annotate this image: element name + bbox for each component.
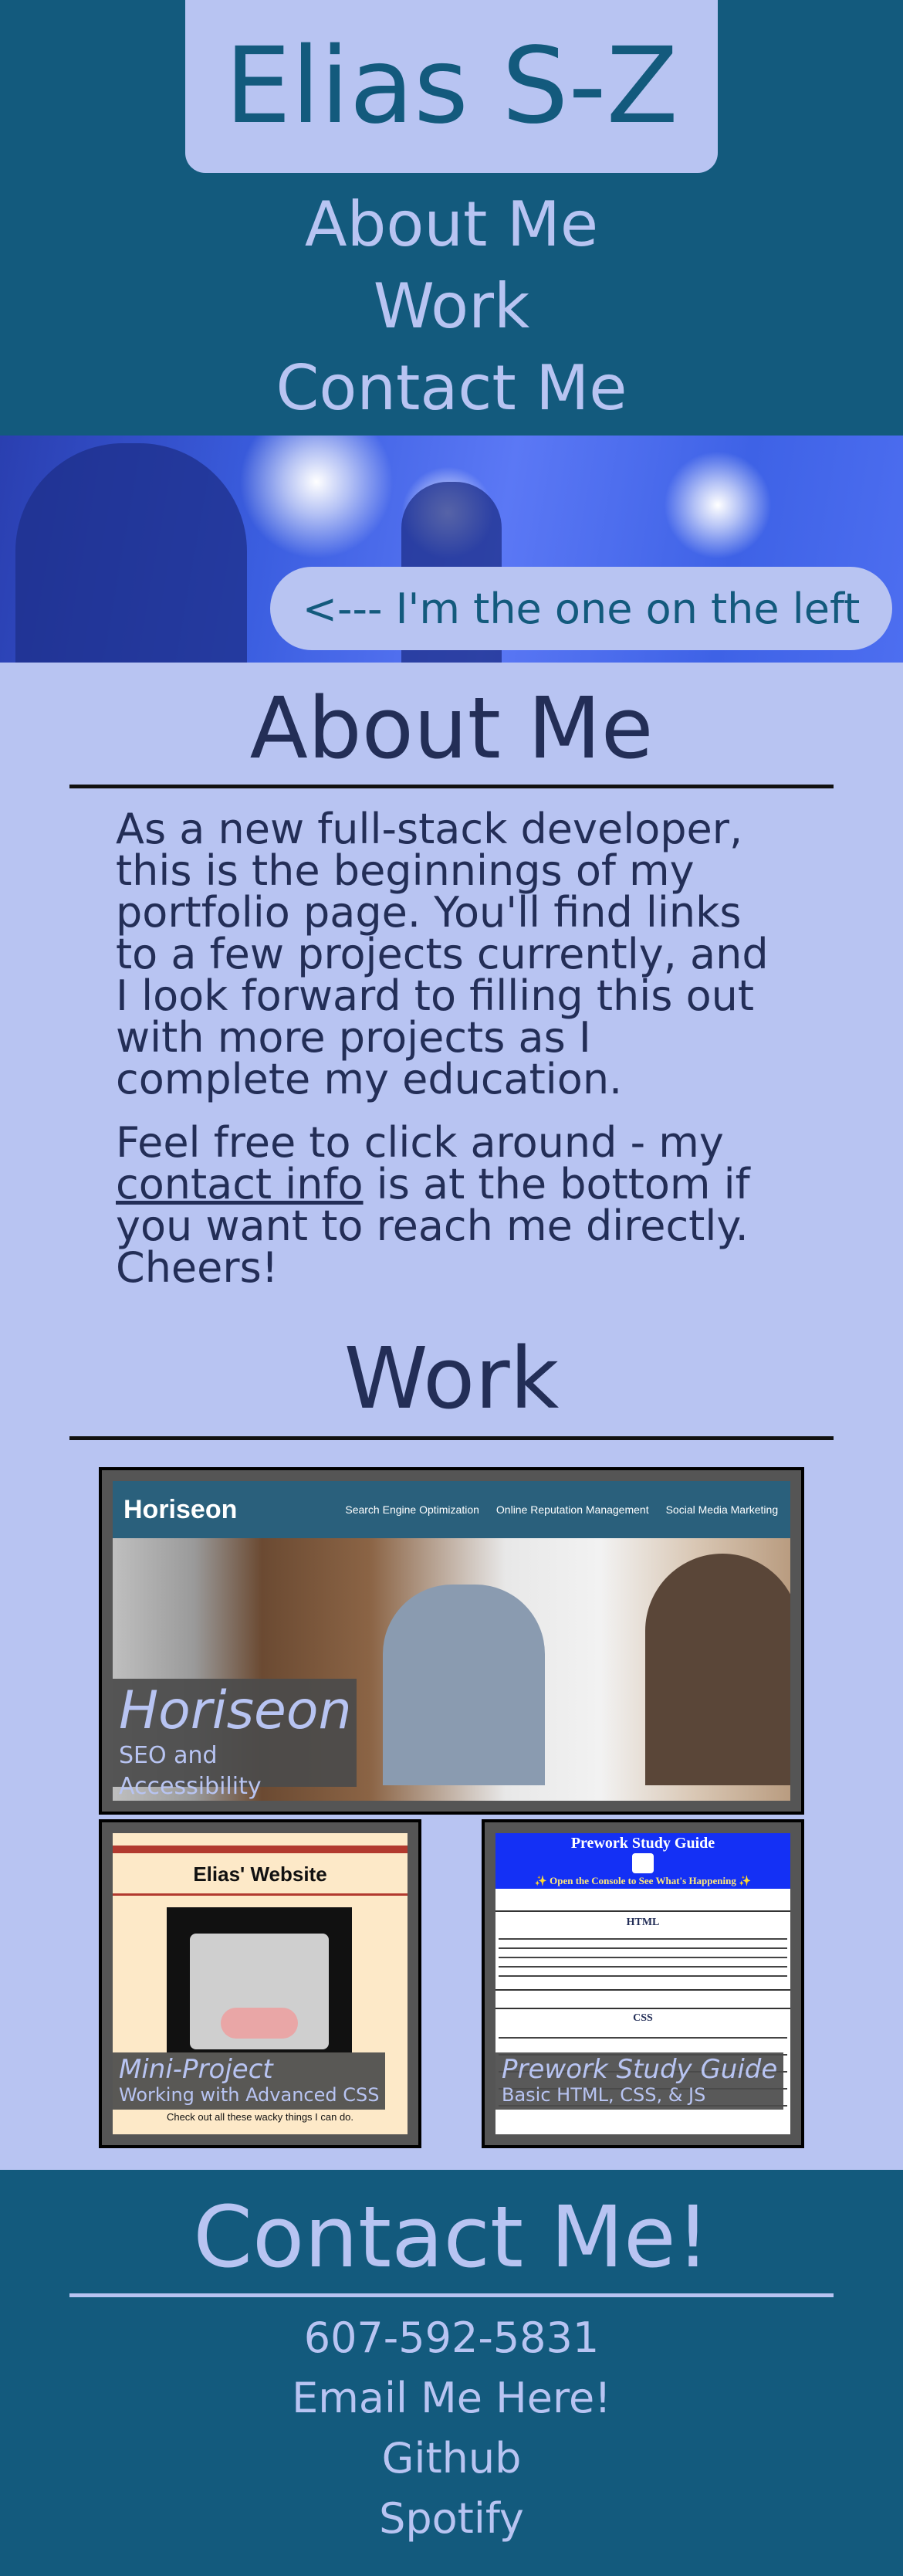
prework-site-banner: ✨ Open the Console to See What's Happeni… [534,1875,752,1886]
horiseon-caption: Horiseon SEO and Accessibility [113,1679,357,1800]
prework-css-heading: CSS [633,2012,653,2024]
phone-link[interactable]: 607-592-5831 [0,2308,903,2368]
project-card-mini-project[interactable]: Elias' Website Mini-Project Working with… [99,1819,421,2148]
mini-site-top-bar [113,1846,408,1853]
prework-site-heading: Prework Study Guide [570,1835,715,1852]
prework-html-heading: HTML [626,1917,660,1928]
hero-caption: <--- I'm the one on the left [270,567,892,650]
nav-link-contact[interactable]: Contact Me [0,347,903,429]
horiseon-site-header: Horiseon Search Engine Optimization Onli… [113,1481,790,1538]
prework-caption-subtitle: Basic HTML, CSS, & JS [502,2084,706,2106]
stove-face-mouth [221,2008,298,2039]
mini-project-caption-subtitle: Working with Advanced CSS [119,2084,380,2106]
project-card-horiseon[interactable]: Horiseon Search Engine Optimization Onli… [99,1467,804,1815]
contact-links: 607-592-5831 Email Me Here! Github Spoti… [0,2297,903,2549]
prework-html-lines [499,1934,787,1980]
hero-caption-text: <--- I'm the one on the left [302,584,861,633]
prework-logo-icon [632,1853,654,1873]
horiseon-site-nav-1: Search Engine Optimization [345,1503,479,1516]
horiseon-site-nav-3: Social Media Marketing [665,1503,779,1516]
about-title: About Me [249,679,654,778]
work-divider [69,1436,834,1440]
site-name-box: Elias S-Z [185,0,718,173]
about-paragraph-2: Feel free to click around - my contact i… [116,1122,787,1289]
stage-light [664,451,772,559]
github-link[interactable]: Github [0,2429,903,2489]
spotify-link[interactable]: Spotify [0,2489,903,2549]
horiseon-caption-title: Horiseon [119,1680,352,1741]
work-title: Work [343,1329,560,1428]
horiseon-caption-subtitle: SEO and Accessibility [119,1742,262,1800]
contact-title: Contact Me! [193,2188,710,2286]
prework-caption-title: Prework Study Guide [502,2054,778,2085]
contact-section: Contact Me! 607-592-5831 Email Me Here! … [0,2170,903,2576]
horiseon-site-logo: Horiseon [123,1494,238,1524]
horiseon-site-nav-2: Online Reputation Management [495,1503,649,1516]
nav-link-work[interactable]: Work [0,266,903,347]
email-link[interactable]: Email Me Here! [0,2368,903,2429]
hero-band-photo: <--- I'm the one on the left [0,436,903,663]
person-center-figure [383,1585,545,1785]
mini-project-screenshot: Elias' Website Mini-Project Working with… [113,1833,408,2134]
about-text: As a new full-stack developer, this is t… [0,788,903,1289]
prework-site-header: Prework Study Guide ✨ Open the Console t… [495,1833,790,1889]
mini-project-caption-title: Mini-Project [119,2054,273,2085]
mini-project-caption: Mini-Project Working with Advanced CSS [113,2052,386,2110]
guitarist-figure [15,443,247,663]
mini-site-heading: Elias' Website [193,1863,327,1886]
about-paragraph-1: As a new full-stack developer, this is t… [116,805,769,1103]
main-nav: About Me Work Contact Me [0,184,903,429]
work-section: Work [0,1327,903,1440]
project-card-prework[interactable]: Prework Study Guide ✨ Open the Console t… [482,1819,804,2148]
about-section: About Me As a new full-stack developer, … [0,663,903,1289]
prework-html-box: HTML [495,1910,790,1991]
person-right-figure [645,1554,790,1785]
prework-caption: Prework Study Guide Basic HTML, CSS, & J… [495,2052,784,2110]
site-name: Elias S-Z [225,25,678,147]
mini-site-heading-rule [113,1893,408,1896]
stage-light [239,436,394,559]
stove-image [167,1907,352,2052]
mini-site-footer-text: Check out all these wacky things I can d… [166,2111,354,2123]
nav-link-about[interactable]: About Me [0,184,903,266]
horiseon-screenshot: Horiseon Search Engine Optimization Onli… [113,1481,790,1801]
prework-screenshot: Prework Study Guide ✨ Open the Console t… [495,1833,790,2134]
site-header: Elias S-Z About Me Work Contact Me [0,0,903,436]
